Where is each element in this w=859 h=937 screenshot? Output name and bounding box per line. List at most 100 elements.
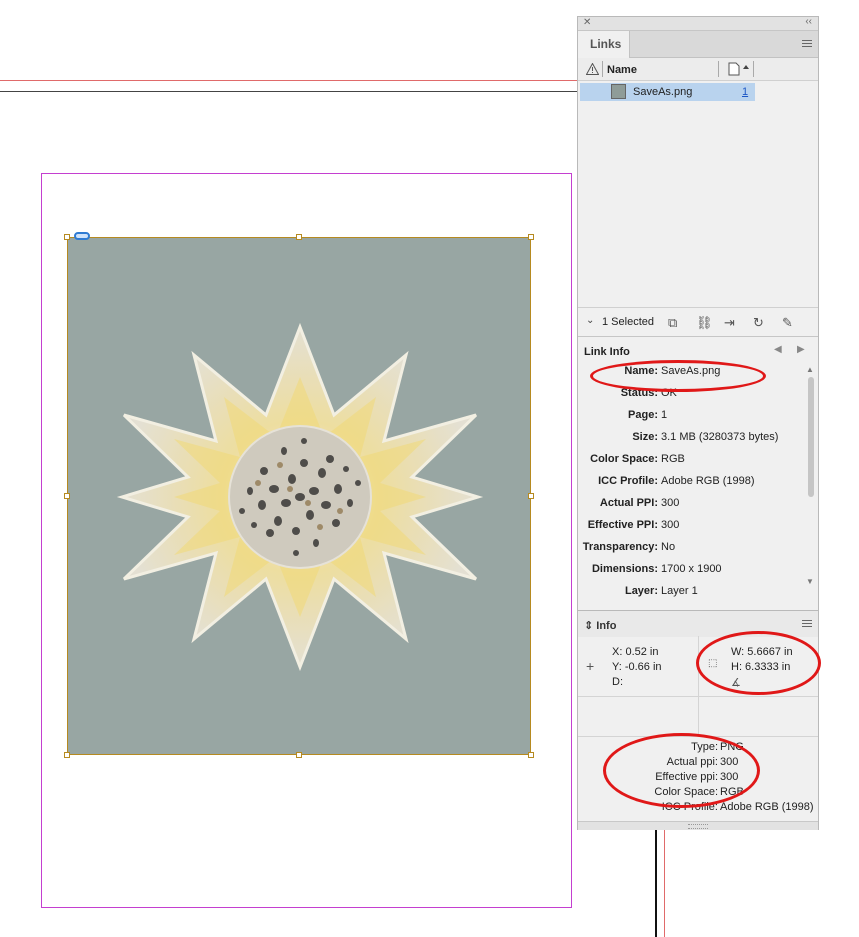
link-page-number[interactable]: 1 — [742, 86, 748, 98]
column-separator — [602, 61, 603, 77]
info-panel-title[interactable]: ⇕ Info — [584, 619, 616, 632]
resize-handle-br[interactable] — [528, 752, 534, 758]
spread-edge-line — [655, 830, 657, 937]
link-info-key: Name: — [624, 365, 658, 377]
link-info-key: Transparency: — [582, 541, 658, 553]
image-info-value: 300 — [720, 756, 739, 768]
scroll-up-icon[interactable]: ▲ — [806, 365, 814, 374]
panel-resize-grip[interactable] — [578, 821, 818, 830]
link-info-value: 300 — [661, 497, 680, 509]
link-info-key: Dimensions: — [591, 563, 658, 575]
info-panel-header: ⇕ Info — [578, 610, 818, 637]
image-frame[interactable] — [67, 237, 531, 755]
warning-icon[interactable] — [585, 62, 600, 78]
info-w: W: 5.6667 in — [731, 646, 793, 658]
crosshair-icon: + — [586, 658, 595, 674]
link-info-value: Layer 1 — [661, 585, 698, 597]
panel-tab-row: Links — [578, 31, 818, 58]
link-info-row: Color Space: RGB — [578, 453, 806, 467]
selected-count: 1 Selected — [602, 316, 654, 328]
info-divider — [698, 696, 699, 736]
relink-icon[interactable]: ⛓ — [696, 315, 713, 331]
info-y: Y: -0.66 in — [612, 661, 662, 673]
update-link-icon[interactable]: ↻ — [753, 315, 764, 331]
resize-handle-t[interactable] — [296, 234, 302, 240]
link-info-key: ICC Profile: — [598, 475, 658, 487]
link-info-key: Layer: — [624, 585, 658, 597]
link-info-row: Effective PPI: 300 — [578, 519, 806, 533]
panel-titlebar: ✕ ‹‹ — [578, 16, 818, 31]
link-info-value: 1 — [661, 409, 668, 421]
info-divider — [698, 636, 699, 696]
resize-handle-b[interactable] — [296, 752, 302, 758]
image-info-value: PNG — [720, 741, 744, 753]
close-icon[interactable]: ✕ — [583, 17, 591, 28]
link-info-row: Actual PPI: 300 — [578, 497, 806, 511]
column-separator — [753, 61, 754, 77]
info-divider — [578, 736, 818, 737]
resize-handle-tr[interactable] — [528, 234, 534, 240]
link-info-title: Link Info — [584, 346, 630, 358]
link-row[interactable]: SaveAs.png 1 — [580, 83, 755, 101]
previous-link-icon[interactable]: ◀ — [774, 344, 782, 355]
info-d: D: — [612, 676, 623, 688]
panel-menu-icon[interactable] — [802, 40, 812, 48]
link-info-value: No — [661, 541, 676, 553]
page-column-icon[interactable] — [728, 62, 752, 79]
column-name[interactable]: Name — [607, 64, 637, 76]
next-link-icon[interactable]: ▶ — [797, 344, 805, 355]
link-info-value: 300 — [661, 519, 680, 531]
resize-handle-tl[interactable] — [64, 234, 70, 240]
links-column-header: Name — [578, 58, 818, 81]
link-info-scrollbar[interactable]: ▲ ▼ — [806, 365, 816, 587]
link-info-value: SaveAs.png — [661, 365, 721, 377]
link-info-key: Actual PPI: — [599, 497, 658, 509]
image-info-value: RGB — [720, 786, 744, 798]
link-info-row: Name: SaveAs.png — [578, 365, 806, 379]
link-info-key: Size: — [632, 431, 658, 443]
edit-original-icon[interactable]: ✎ — [782, 315, 793, 331]
link-info-key: Effective PPI: — [587, 519, 658, 531]
link-info-value: 3.1 MB (3280373 bytes) — [661, 431, 779, 443]
image-info-key: Color Space: — [654, 786, 718, 798]
link-info-row: Dimensions: 1700 x 1900 — [578, 563, 806, 577]
ruler-guide-black — [0, 91, 578, 92]
image-info-value: Adobe RGB (1998) — [720, 801, 814, 813]
resize-handle-r[interactable] — [528, 493, 534, 499]
link-badge-icon[interactable] — [74, 232, 90, 240]
links-panel: ✕ ‹‹ Links Name SaveAs.png 1 ⌄ 1 Selecte… — [577, 16, 819, 830]
scrollbar-thumb[interactable] — [808, 377, 814, 497]
image-info-value: 300 — [720, 771, 739, 783]
link-info-value: RGB — [661, 453, 685, 465]
image-info-key: Effective ppi: — [655, 771, 718, 783]
link-info-row: Layer: Layer 1 — [578, 585, 806, 599]
info-grid: + X: 0.52 in Y: -0.66 in D: ⬚ W: 5.6667 … — [578, 636, 818, 740]
star-artwork — [116, 322, 484, 672]
chevron-down-icon[interactable]: ⌄ — [586, 315, 594, 326]
image-info-key: Actual ppi: — [666, 756, 718, 768]
link-info-row: Status: OK — [578, 387, 806, 401]
info-menu-icon[interactable] — [802, 620, 812, 628]
link-info-key: Color Space: — [590, 453, 658, 465]
resize-handle-bl[interactable] — [64, 752, 70, 758]
collapse-icon[interactable]: ‹‹ — [805, 16, 812, 27]
show-hide-info-icon[interactable]: ⧉ — [668, 315, 677, 331]
info-x: X: 0.52 in — [612, 646, 659, 658]
link-info-row: Page: 1 — [578, 409, 806, 423]
bleed-guide — [664, 830, 665, 937]
link-info-header: Link Info ◀ ▶ — [578, 336, 818, 363]
go-to-link-icon[interactable]: ⇥ — [724, 315, 735, 331]
link-filename: SaveAs.png — [633, 86, 693, 98]
link-info-row: Size: 3.1 MB (3280373 bytes) — [578, 431, 806, 445]
link-info-value: 1700 x 1900 — [661, 563, 722, 575]
dimension-icon: ⬚ — [708, 658, 718, 669]
link-info-row: Transparency: No — [578, 541, 806, 555]
angle-icon: ∡ — [731, 677, 741, 689]
tab-links[interactable]: Links — [578, 31, 630, 58]
links-toolbar: ⌄ 1 Selected ⧉ ⛓ ⇥ ↻ ✎ — [578, 307, 818, 336]
link-info-key: Status: — [620, 387, 658, 399]
scroll-down-icon[interactable]: ▼ — [806, 577, 814, 586]
ruler-guide-red — [0, 80, 578, 81]
link-info-value: OK — [661, 387, 677, 399]
resize-handle-l[interactable] — [64, 493, 70, 499]
